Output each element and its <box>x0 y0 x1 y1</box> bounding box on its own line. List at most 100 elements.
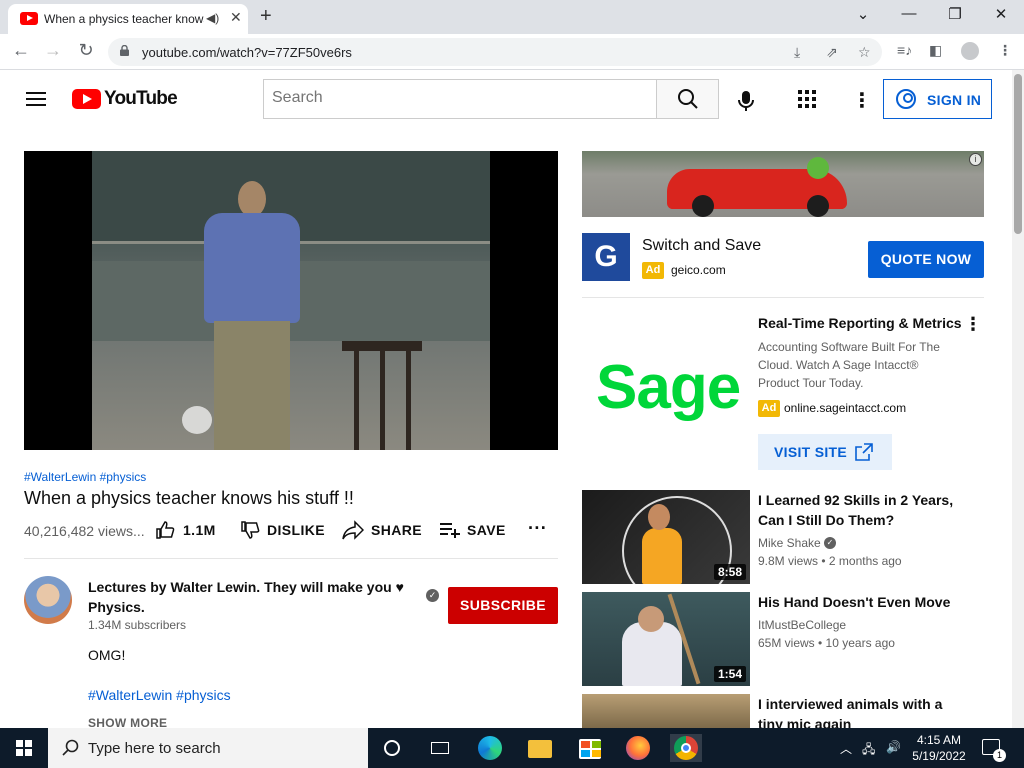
geico-ad-domain: geico.com <box>671 263 726 277</box>
tab-search-chevron-icon[interactable]: ⌄ <box>851 5 875 23</box>
sage-ad-thumbnail[interactable]: Sage <box>582 316 750 482</box>
save-label: SAVE <box>467 522 506 538</box>
windows-logo-icon <box>16 740 32 756</box>
video-hashtags[interactable]: #WalterLewin #physics <box>24 470 146 484</box>
video-description: OMG! <box>88 647 126 663</box>
microphone-icon[interactable] <box>733 88 759 114</box>
geico-ad-banner-image[interactable] <box>582 151 984 217</box>
thumbs-up-icon <box>156 521 175 539</box>
clock-time: 4:15 AM <box>916 733 962 747</box>
share-arrow-icon <box>342 520 364 540</box>
rec-meta: 9.8M views • 2 months ago <box>758 554 902 568</box>
new-tab-icon[interactable]: + <box>260 5 272 28</box>
description-hashtags[interactable]: #WalterLewin #physics <box>88 687 231 703</box>
video-duration: 8:58 <box>713 564 746 580</box>
view-count[interactable]: 40,216,482 views... <box>24 523 145 539</box>
sage-logo: Sage <box>596 353 741 422</box>
user-circle-icon <box>896 89 916 109</box>
rec-channel[interactable]: Mike Shake <box>758 536 821 550</box>
settings-more-icon[interactable]: ⋮ <box>852 88 872 113</box>
rec-title[interactable]: His Hand Doesn't Even Move <box>758 592 958 612</box>
ad-info-icon[interactable]: i <box>969 153 982 166</box>
divider <box>24 558 558 559</box>
search-input[interactable] <box>272 80 652 116</box>
rec-title[interactable]: I Learned 92 Skills in 2 Years, Can I St… <box>758 490 958 530</box>
rec-thumbnail[interactable]: 1:54 <box>582 592 750 686</box>
taskbar-clock[interactable]: 4:15 AM 5/19/2022 <box>906 732 972 764</box>
sign-in-label: SIGN IN <box>927 92 982 108</box>
youtube-logo-text: YouTube <box>104 88 178 109</box>
channel-name[interactable]: Lectures by Walter Lewin. They will make… <box>88 577 418 617</box>
verified-check-icon: ✓ <box>426 589 439 602</box>
youtube-favicon-icon <box>20 12 38 25</box>
geico-ad-title[interactable]: Switch and Save <box>642 237 761 255</box>
bookmark-star-icon[interactable]: ☆ <box>858 44 871 61</box>
hamburger-menu-icon[interactable] <box>26 92 46 106</box>
minimize-icon[interactable]: — <box>897 5 921 22</box>
forward-arrow-icon[interactable]: → <box>42 40 64 61</box>
media-controls-icon[interactable]: ≡♪ <box>897 42 912 58</box>
sign-in-button[interactable]: SIGN IN <box>883 79 992 119</box>
microsoft-store-icon[interactable] <box>576 734 604 762</box>
page-scrollbar[interactable] <box>1012 70 1024 728</box>
apps-grid-icon[interactable] <box>798 90 816 108</box>
browser-tab[interactable]: When a physics teacher knows his stuff !… <box>8 4 248 34</box>
chrome-menu-icon[interactable]: ⋮ <box>998 42 1012 59</box>
rec-thumbnail[interactable]: 8:58 <box>582 490 750 584</box>
rec-meta: 65M views • 10 years ago <box>758 636 895 650</box>
side-panel-icon[interactable]: ◧ <box>929 42 942 59</box>
video-player[interactable] <box>24 151 558 450</box>
search-box <box>263 79 656 119</box>
edge-icon[interactable] <box>476 734 504 762</box>
share-label: SHARE <box>371 522 423 538</box>
firefox-icon[interactable] <box>624 734 652 762</box>
window-close-icon[interactable]: ✕ <box>989 5 1013 23</box>
ad-more-options-icon[interactable]: ⋮ <box>964 314 982 335</box>
chrome-icon[interactable] <box>670 734 702 762</box>
sage-ad-description: Accounting Software Built For The Cloud.… <box>758 340 940 390</box>
visit-site-button[interactable]: VISIT SITE <box>758 434 892 470</box>
quote-now-button[interactable]: QUOTE NOW <box>868 241 984 278</box>
taskbar-search-box[interactable]: Type here to search <box>48 728 368 768</box>
verified-check-icon: ✓ <box>824 537 836 549</box>
start-button[interactable] <box>0 728 48 768</box>
ad-badge: Ad <box>642 262 664 279</box>
cortana-icon[interactable] <box>378 734 406 762</box>
profile-avatar-icon[interactable] <box>961 42 979 60</box>
volume-icon[interactable]: 🔊 <box>886 740 901 754</box>
tab-title: When a physics teacher knows his stuff !… <box>44 12 204 26</box>
browser-tab-strip: When a physics teacher knows his stuff !… <box>0 0 1024 34</box>
windows-taskbar: Type here to search ︿ 🖧 🔊 4:15 AM 5/19/2… <box>0 728 1024 768</box>
reload-icon[interactable]: ↻ <box>75 40 97 61</box>
back-arrow-icon[interactable]: ← <box>10 40 32 61</box>
video-title: When a physics teacher knows his stuff !… <box>24 488 354 508</box>
video-duration: 1:54 <box>713 666 746 682</box>
sage-ad-title[interactable]: Real-Time Reporting & Metrics <box>758 315 962 331</box>
search-icon <box>62 739 79 756</box>
show-hidden-icons-icon[interactable]: ︿ <box>840 740 852 757</box>
rec-thumbnail[interactable] <box>582 694 750 728</box>
share-icon[interactable]: ⇗ <box>826 44 838 61</box>
ad-badge: Ad <box>758 400 780 417</box>
rec-channel[interactable]: ItMustBeCollege <box>758 618 846 632</box>
restore-icon[interactable]: ❐ <box>943 5 967 23</box>
playlist-add-icon <box>440 523 460 538</box>
sage-ad-domain: online.sageintacct.com <box>784 401 907 415</box>
scrollbar-thumb[interactable] <box>1014 74 1022 234</box>
audio-playing-icon[interactable]: ◀) <box>206 11 219 25</box>
clock-date: 5/19/2022 <box>912 749 966 763</box>
search-button[interactable] <box>656 79 719 119</box>
channel-avatar[interactable] <box>24 576 72 624</box>
notification-count-badge: 1 <box>993 749 1006 762</box>
visit-site-label: VISIT SITE <box>774 444 848 460</box>
address-bar[interactable]: youtube.com/watch?v=77ZF50ve6rs ⤓ ⇗ ☆ <box>108 38 882 66</box>
file-explorer-icon[interactable] <box>526 734 554 762</box>
dislike-label: DISLIKE <box>267 522 326 538</box>
more-actions-icon[interactable]: ··· <box>528 518 547 539</box>
install-app-icon[interactable]: ⤓ <box>794 44 800 61</box>
subscribe-button[interactable]: SUBSCRIBE <box>448 587 558 624</box>
task-view-icon[interactable] <box>426 734 454 762</box>
geico-logo[interactable]: G <box>582 233 630 281</box>
close-tab-icon[interactable]: ✕ <box>230 9 242 26</box>
network-icon[interactable]: 🖧 <box>862 740 875 761</box>
